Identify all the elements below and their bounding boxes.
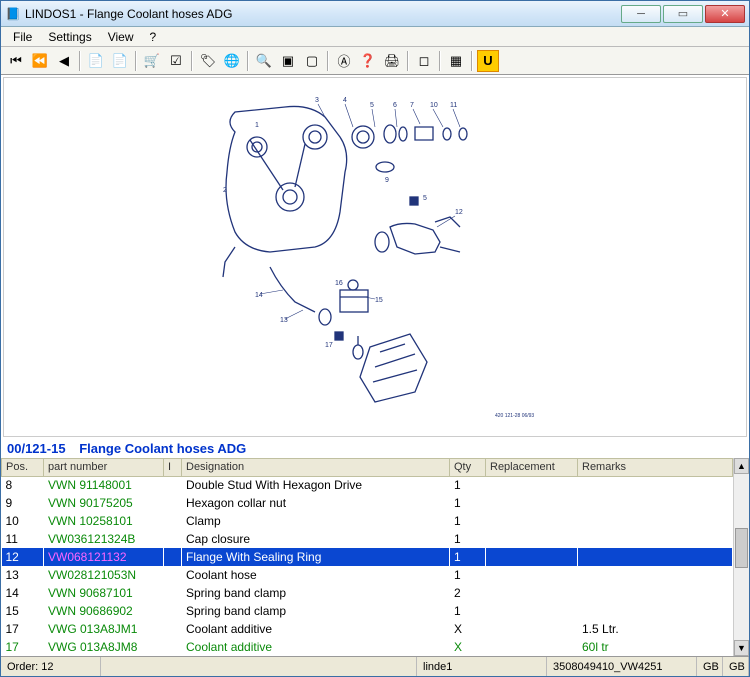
col-header[interactable]: Designation [182,458,450,476]
col-header[interactable]: Remarks [578,458,733,476]
scroll-down-icon[interactable]: ▼ [734,640,749,656]
svg-text:16: 16 [335,280,343,287]
status-order: Order: 12 [1,657,101,676]
table-row[interactable]: 15VWN 90686902Spring band clamp1 [2,602,733,620]
svg-text:420 121-28 06/93: 420 121-28 06/93 [495,413,534,419]
table-row[interactable]: 11VW036121324BCap closure1 [2,530,733,548]
section-name: Flange Coolant hoses ADG [79,441,246,456]
svg-text:9: 9 [385,177,389,184]
svg-text:7: 7 [410,102,414,109]
table-row[interactable]: 14VWN 90687101Spring band clamp2 [2,584,733,602]
window-title: LINDOS1 - Flange Coolant hoses ADG [25,7,619,21]
status-lang2: GB [723,657,749,676]
table-row[interactable]: 17VWG 013A8JM1Coolant additiveX1.5 Ltr. [2,620,733,638]
box2-icon[interactable]: ▢ [301,50,323,72]
status-lang1: GB [697,657,723,676]
table-row[interactable]: 12VW068121132Flange With Sealing Ring1 [2,548,733,566]
svg-text:4: 4 [343,97,347,104]
menu-settings[interactable]: Settings [40,28,99,46]
parts-panel: Pos.part numberIDesignationQtyReplacemen… [1,458,749,657]
col-header[interactable]: part number [44,458,164,476]
statusbar: Order: 12 linde1 3508049410_VW4251 GB GB [1,656,749,676]
close-button[interactable]: ✕ [705,5,745,23]
back-icon[interactable]: ◀ [53,50,75,72]
app-window: 📘 LINDOS1 - Flange Coolant hoses ADG ─ ▭… [0,0,750,677]
menu-help[interactable]: ? [142,28,165,46]
section-header: 00/121-15 Flange Coolant hoses ADG [1,439,749,458]
u-icon[interactable]: U [477,50,499,72]
status-spacer [101,657,417,676]
svg-text:5: 5 [423,195,427,202]
table-row[interactable]: 13VW028121053NCoolant hose1 [2,566,733,584]
parts-table[interactable]: Pos.part numberIDesignationQtyReplacemen… [1,458,733,657]
menu-view[interactable]: View [100,28,142,46]
a-icon[interactable]: Ⓐ [333,50,355,72]
svg-text:11: 11 [450,102,457,109]
table-row[interactable]: 17VWG 013A8JM8Coolant additiveX60l tr [2,638,733,656]
tag-icon[interactable]: 🏷 [197,50,219,72]
scroll-up-icon[interactable]: ▲ [734,458,749,474]
check-icon[interactable]: ☑ [165,50,187,72]
parts-diagram: 345 6710 1112 9512 141316 1517 420 121-2… [175,92,575,422]
doc-left-icon[interactable]: 📄 [85,50,107,72]
doc-right-icon[interactable]: 📄 [109,50,131,72]
status-user: linde1 [417,657,547,676]
rewind-icon[interactable]: ⏪ [29,50,51,72]
box1-icon[interactable]: ▣ [277,50,299,72]
diagram-pane[interactable]: 345 6710 1112 9512 141316 1517 420 121-2… [3,77,747,437]
svg-text:6: 6 [393,102,397,109]
svg-text:1: 1 [255,122,259,129]
zoom-icon[interactable]: 🔍 [253,50,275,72]
col-header[interactable]: Pos. [2,458,44,476]
print-icon[interactable]: 🖨 [381,50,403,72]
q-icon[interactable]: ❓ [357,50,379,72]
svg-text:15: 15 [375,297,383,304]
minimize-button[interactable]: ─ [621,5,661,23]
app-icon: 📘 [5,6,21,22]
section-code: 00/121-15 [7,441,66,456]
svg-text:17: 17 [325,342,333,349]
svg-text:5: 5 [370,102,374,109]
col-header[interactable]: Replacement [486,458,578,476]
maximize-button[interactable]: ▭ [663,5,703,23]
svg-text:2: 2 [223,187,227,194]
flag-icon[interactable]: ▦ [445,50,467,72]
col-header[interactable]: I [164,458,182,476]
status-doc: 3508049410_VW4251 [547,657,697,676]
cart-icon[interactable]: 🛒 [141,50,163,72]
parts-scrollbar[interactable]: ▲ ▼ [733,458,749,657]
col-header[interactable]: Qty [450,458,486,476]
scroll-thumb[interactable] [735,528,748,568]
table-row[interactable]: 8VWN 91148001Double Stud With Hexagon Dr… [2,476,733,494]
toolbar: ⏮⏪◀ 📄📄 🛒☑ 🏷🌐 🔍▣▢ Ⓐ❓🖨 ◻ ▦ U [1,47,749,75]
square-icon[interactable]: ◻ [413,50,435,72]
table-row[interactable]: 9VWN 90175205Hexagon collar nut1 [2,494,733,512]
menubar: File Settings View ? [1,27,749,47]
svg-text:14: 14 [255,292,263,299]
svg-text:10: 10 [430,102,438,109]
first-icon[interactable]: ⏮ [5,50,27,72]
svg-text:3: 3 [315,97,319,104]
table-row[interactable]: 10VWN 10258101Clamp1 [2,512,733,530]
globe-icon[interactable]: 🌐 [221,50,243,72]
svg-text:12: 12 [455,209,463,216]
titlebar[interactable]: 📘 LINDOS1 - Flange Coolant hoses ADG ─ ▭… [1,1,749,27]
menu-file[interactable]: File [5,28,40,46]
